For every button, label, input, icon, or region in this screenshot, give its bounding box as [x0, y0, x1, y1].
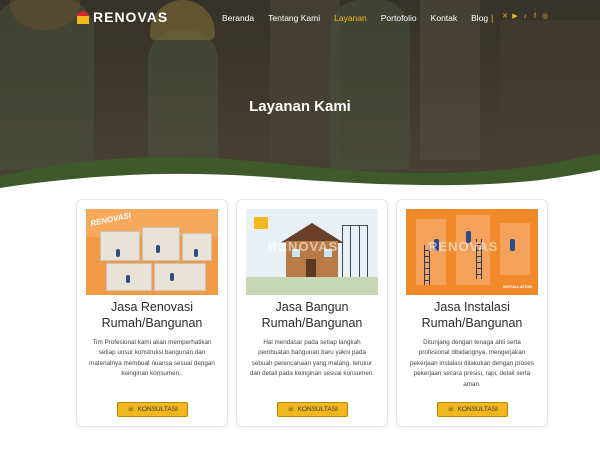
- brand-name: RENOVAS: [93, 9, 169, 25]
- chat-icon: ☏: [447, 407, 455, 413]
- konsultasi-button[interactable]: ☏ KONSULTASI: [277, 402, 348, 417]
- nav-link-beranda[interactable]: Beranda: [222, 13, 254, 23]
- card-title: Jasa Instalasi Rumah/Bangunan: [421, 300, 523, 330]
- social-links: ✕ ▶ ♪ f ◎: [502, 13, 548, 20]
- brand-logo[interactable]: RENOVAS: [76, 9, 168, 25]
- konsultasi-button[interactable]: ☏ KONSULTASI: [437, 402, 508, 417]
- card-description: Tim Profesional kami akan memperhatikan …: [89, 339, 215, 378]
- card-description: Hal mendasar pada setiap langkah pembuat…: [249, 339, 375, 378]
- service-card-instalasi: RENOVAS INSTALLATION Jasa Instalasi Ruma…: [396, 199, 548, 427]
- youtube-icon[interactable]: ▶: [512, 13, 518, 20]
- card-title: Jasa Renovasi Rumah/Bangunan: [101, 300, 203, 330]
- card-title: Jasa Bangun Rumah/Bangunan: [261, 300, 363, 330]
- button-label: KONSULTASI: [457, 406, 498, 413]
- nav-separator: |: [491, 13, 494, 23]
- chat-icon: ☏: [127, 407, 135, 413]
- logo-house-icon: [76, 10, 90, 24]
- x-icon[interactable]: ✕: [502, 13, 508, 20]
- chat-icon: ☏: [287, 407, 295, 413]
- hero-banner: RENOVAS Beranda Tentang Kami Layanan Por…: [0, 0, 600, 190]
- konsultasi-button[interactable]: ☏ KONSULTASI: [117, 402, 188, 417]
- installation-illustration: RENOVAS INSTALLATION: [406, 209, 538, 295]
- main-nav: Beranda Tentang Kami Layanan Portofolio …: [222, 13, 502, 23]
- hero-wave-divider: [0, 154, 600, 190]
- button-label: KONSULTASI: [297, 406, 338, 413]
- nav-link-blog[interactable]: Blog: [471, 13, 488, 23]
- service-card-bangun: RENOVAS Jasa Bangun Rumah/Bangunan Hal m…: [236, 199, 388, 427]
- button-label: KONSULTASI: [137, 406, 178, 413]
- tiktok-icon[interactable]: ♪: [522, 13, 528, 20]
- renovation-illustration: RENOVASI: [86, 209, 218, 295]
- nav-link-kontak[interactable]: Kontak: [431, 13, 457, 23]
- nav-link-tentang-kami[interactable]: Tentang Kami: [268, 13, 320, 23]
- instagram-icon[interactable]: ◎: [542, 13, 548, 20]
- nav-link-layanan[interactable]: Layanan: [334, 13, 367, 23]
- card-description: Ditunjang dengan tenaga ahli serta profe…: [410, 339, 534, 388]
- nav-link-portofolio[interactable]: Portofolio: [381, 13, 417, 23]
- page-title: Layanan Kami: [249, 98, 351, 115]
- service-card-renovasi: RENOVASI Jasa Renovasi Rumah/Bangunan Ti…: [76, 199, 228, 427]
- image-watermark: RENOVAS: [428, 239, 499, 254]
- house-construction-illustration: RENOVAS: [246, 209, 378, 295]
- facebook-icon[interactable]: f: [532, 13, 538, 20]
- crane-shape: [254, 217, 268, 229]
- image-watermark: RENOVAS: [268, 239, 339, 254]
- image-label: INSTALLATION: [503, 284, 532, 289]
